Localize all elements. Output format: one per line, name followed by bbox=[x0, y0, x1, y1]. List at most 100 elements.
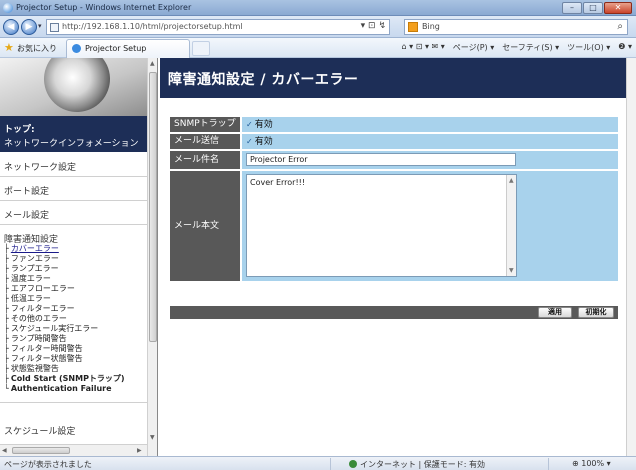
sidebar-sub-airflow-error[interactable]: ├ エアフローエラー bbox=[4, 284, 75, 294]
page-title: 障害通知設定 / カバーエラー bbox=[168, 72, 359, 88]
status-text: ページが表示されました bbox=[4, 460, 92, 469]
command-bar: ⌂ ▾ ⊡ ▾ ✉ ▾ ページ(P) ▾ セーフティ(S) ▾ ツール(O) ▾… bbox=[402, 42, 632, 53]
scroll-down-icon[interactable]: ▼ bbox=[509, 267, 514, 274]
mail-subject-label: メール件名 bbox=[170, 151, 240, 169]
mail-subject-input[interactable]: Projector Error bbox=[246, 153, 516, 166]
favorites-star-icon[interactable]: ★ bbox=[4, 41, 14, 54]
divider bbox=[330, 458, 331, 470]
tab-projector-setup[interactable]: Projector Setup bbox=[66, 39, 190, 58]
mail-body-label: メール本文 bbox=[170, 171, 240, 281]
sidebar-sub-other-error[interactable]: ├ その他のエラー bbox=[4, 314, 67, 324]
nav-top-section[interactable]: トップ: ネットワークインフォメーション bbox=[0, 116, 148, 152]
sidebar-sub-filter-status-warning[interactable]: ├ フィルター状態警告 bbox=[4, 354, 83, 364]
row-snmp-trap: SNMPトラップ ✓ 有効 bbox=[170, 117, 618, 132]
help-menu[interactable]: ❷ ▾ bbox=[618, 42, 632, 53]
sidebar-sub-filter-time-warning[interactable]: ├ フィルター時間警告 bbox=[4, 344, 83, 354]
snmp-trap-enabled-label: 有効 bbox=[254, 120, 273, 130]
sidebar-sub-monitor-warning[interactable]: ├ 状態監視警告 bbox=[4, 364, 59, 374]
address-field[interactable]: http://192.168.1.10/html/projectorsetup.… bbox=[46, 19, 390, 35]
url-text[interactable]: http://192.168.1.10/html/projectorsetup.… bbox=[62, 22, 243, 31]
scroll-left-icon[interactable]: ◀ bbox=[2, 447, 7, 454]
search-input[interactable]: Bing ⌕ bbox=[404, 19, 628, 35]
ie-logo-icon bbox=[3, 3, 13, 13]
divider bbox=[548, 458, 549, 470]
security-zone-label: インターネット | 保護モード: 有効 bbox=[360, 460, 486, 469]
history-dropdown-icon[interactable]: ▾ bbox=[38, 22, 42, 30]
sidebar-item-port[interactable]: ポート設定 bbox=[4, 184, 49, 197]
row-mail-send: メール送信 ✓ 有効 bbox=[170, 134, 618, 149]
left-frame-hscrollbar[interactable]: ◀ ▶ bbox=[0, 444, 147, 456]
apply-button[interactable]: 適用 bbox=[538, 307, 572, 318]
mail-send-checkbox[interactable]: ✓ bbox=[246, 134, 253, 149]
projector-logo-image bbox=[0, 58, 148, 116]
textarea-scrollbar[interactable]: ▲ ▼ bbox=[506, 175, 516, 276]
hscrollbar-thumb[interactable] bbox=[12, 447, 70, 454]
reset-button[interactable]: 初期化 bbox=[578, 307, 614, 318]
mail-body-value: Cover Error!!! ▲ ▼ bbox=[242, 171, 618, 281]
mail-subject-value: Projector Error bbox=[242, 151, 618, 169]
snmp-trap-checkbox[interactable]: ✓ bbox=[246, 117, 253, 132]
mail-send-label: メール送信 bbox=[170, 134, 240, 149]
home-tools-buttons[interactable]: ⌂ ▾ ⊡ ▾ ✉ ▾ bbox=[402, 42, 445, 53]
back-button[interactable]: ◀ bbox=[3, 19, 19, 35]
sidebar-sub-auth-failure[interactable]: └ Authentication Failure bbox=[4, 384, 112, 394]
scrollbar-thumb[interactable] bbox=[149, 72, 157, 342]
sidebar-sub-lamp-error[interactable]: ├ ランプエラー bbox=[4, 264, 59, 274]
security-zone[interactable]: インターネット | 保護モード: 有効 bbox=[349, 459, 485, 470]
row-mail-body: メール本文 Cover Error!!! ▲ ▼ bbox=[170, 171, 618, 281]
globe-icon bbox=[349, 460, 357, 468]
tab-page-icon bbox=[72, 44, 81, 53]
address-toolbar: ◀ ▶ ▾ http://192.168.1.10/html/projector… bbox=[0, 16, 636, 38]
close-button[interactable]: ✕ bbox=[604, 2, 632, 14]
window-titlebar: Projector Setup - Windows Internet Explo… bbox=[0, 0, 636, 16]
scroll-down-icon[interactable]: ▼ bbox=[150, 434, 155, 441]
sidebar-sub-lowtemp-error[interactable]: ├ 低温エラー bbox=[4, 294, 51, 304]
tools-menu[interactable]: ツール(O) ▾ bbox=[567, 42, 610, 53]
divider bbox=[0, 402, 148, 403]
scroll-right-icon[interactable]: ▶ bbox=[137, 447, 142, 454]
nav-top-label: トップ: bbox=[4, 125, 35, 135]
divider bbox=[0, 200, 148, 201]
left-frame-scrollbar[interactable]: ▲ ▼ bbox=[147, 58, 157, 456]
sidebar-sub-filter-error[interactable]: ├ フィルターエラー bbox=[4, 304, 75, 314]
sidebar-sub-fan-error[interactable]: ├ ファンエラー bbox=[4, 254, 59, 264]
sidebar-sub-temp-error[interactable]: ├ 温度エラー bbox=[4, 274, 51, 284]
nav-network-info-link[interactable]: ネットワークインフォメーション bbox=[4, 136, 139, 149]
sidebar-item-schedule[interactable]: スケジュール設定 bbox=[4, 424, 75, 437]
page-viewport: トップ: ネットワークインフォメーション ネットワーク設定 ポート設定 メール設… bbox=[0, 58, 636, 456]
content-frame: 障害通知設定 / カバーエラー SNMPトラップ ✓ 有効 メール送信 ✓ 有効 メ… bbox=[160, 58, 626, 456]
window-title: Projector Setup - Windows Internet Explo… bbox=[16, 3, 192, 12]
tab-label: Projector Setup bbox=[85, 44, 147, 53]
sidebar-item-network[interactable]: ネットワーク設定 bbox=[4, 160, 76, 173]
zoom-control[interactable]: ⊕ 100% ▾ bbox=[572, 459, 611, 468]
mail-body-textarea[interactable]: Cover Error!!! ▲ ▼ bbox=[246, 174, 517, 277]
page-icon bbox=[50, 23, 59, 32]
page-menu[interactable]: ページ(P) ▾ bbox=[453, 42, 494, 53]
search-icon[interactable]: ⌕ bbox=[617, 21, 623, 32]
sidebar-sub-schedule-error[interactable]: ├ スケジュール実行エラー bbox=[4, 324, 98, 334]
sidebar-sub-lamp-time-warning[interactable]: ├ ランプ時間警告 bbox=[4, 334, 67, 344]
sidebar-sub-cover-error[interactable]: ├ カバーエラー bbox=[4, 244, 59, 254]
sidebar-sub-cold-start[interactable]: ├ Cold Start (SNMPトラップ) bbox=[4, 374, 125, 384]
safety-menu[interactable]: セーフティ(S) ▾ bbox=[502, 42, 559, 53]
search-placeholder: Bing bbox=[422, 22, 440, 31]
address-tools[interactable]: ▾ ⊡ ↯ bbox=[361, 21, 386, 31]
scroll-up-icon[interactable]: ▲ bbox=[150, 60, 155, 67]
mail-send-enabled-label: 有効 bbox=[254, 137, 273, 147]
divider bbox=[0, 224, 148, 225]
main-scrollbar[interactable] bbox=[626, 58, 636, 456]
new-tab-button[interactable] bbox=[192, 41, 210, 56]
forward-button[interactable]: ▶ bbox=[21, 19, 37, 35]
minimize-button[interactable]: – bbox=[562, 2, 582, 14]
favorites-button[interactable]: お気に入り bbox=[17, 43, 57, 54]
left-nav-frame: トップ: ネットワークインフォメーション ネットワーク設定 ポート設定 メール設… bbox=[0, 58, 158, 456]
scroll-up-icon[interactable]: ▲ bbox=[509, 177, 514, 184]
snmp-trap-value: ✓ 有効 bbox=[242, 117, 618, 132]
action-bar: 適用 初期化 bbox=[170, 306, 618, 319]
page-header: 障害通知設定 / カバーエラー bbox=[160, 58, 626, 98]
status-bar: ページが表示されました インターネット | 保護モード: 有効 ⊕ 100% ▾ bbox=[0, 456, 636, 470]
maximize-button[interactable]: □ bbox=[583, 2, 603, 14]
row-mail-subject: メール件名 Projector Error bbox=[170, 151, 618, 169]
sidebar-item-mail[interactable]: メール設定 bbox=[4, 208, 49, 221]
projector-lens-graphic bbox=[33, 58, 121, 116]
